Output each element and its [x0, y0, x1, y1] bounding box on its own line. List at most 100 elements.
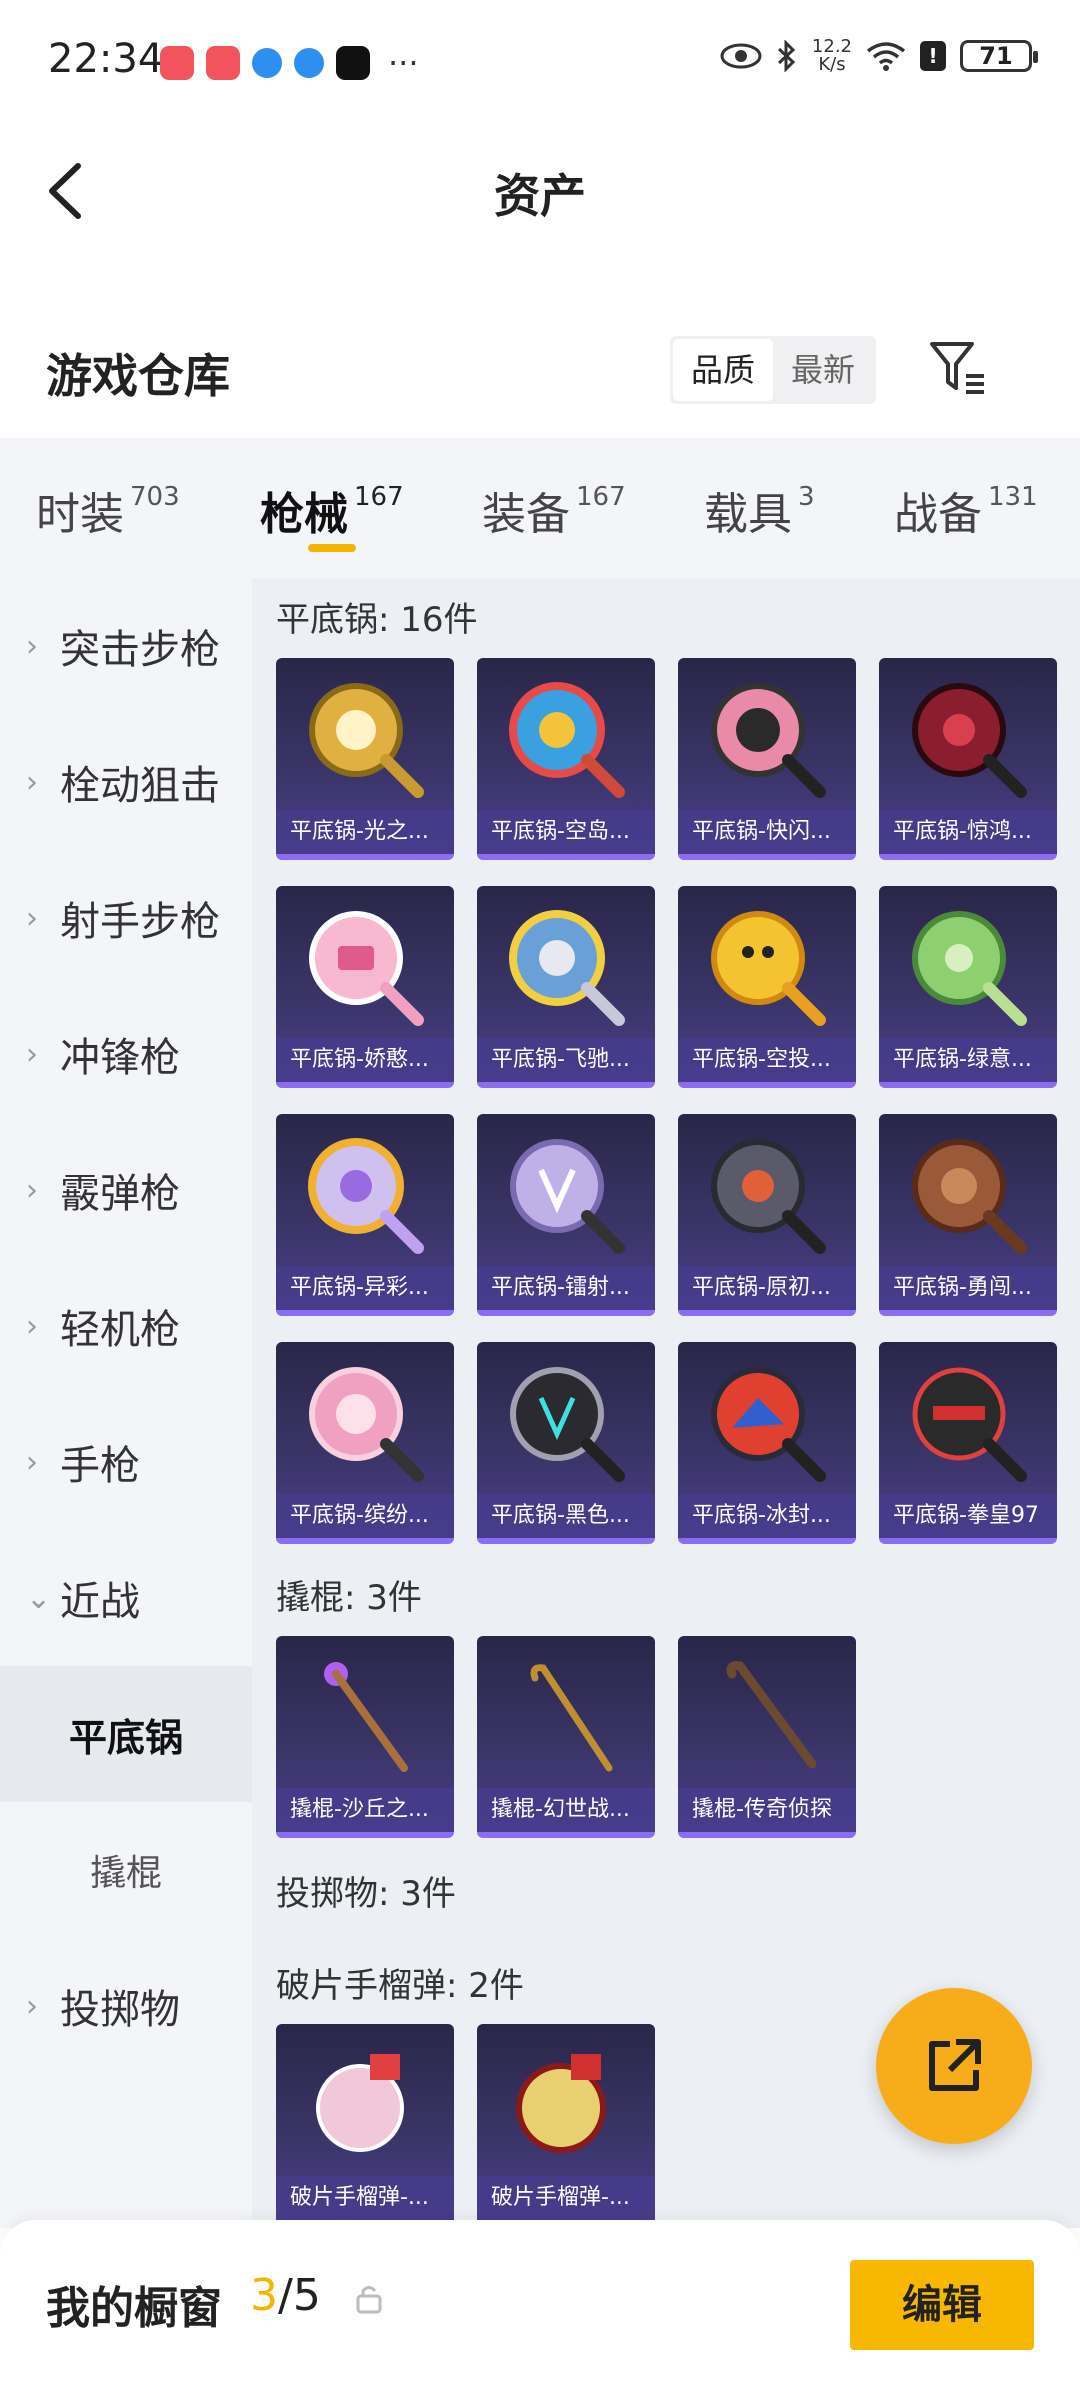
top-app-bar: 资产	[0, 130, 1080, 250]
item-card[interactable]: 平底锅-拳皇97	[879, 1342, 1057, 1544]
sidebar-item-label: 平底锅	[68, 1715, 183, 1760]
sidebar-item-label: 轻机枪	[60, 1307, 180, 1353]
item-name: 平底锅-冰封...	[678, 1494, 856, 1538]
chevron-right-icon: ›	[26, 1172, 38, 1208]
sidebar-item-pistol[interactable]: › 手枪	[0, 1394, 252, 1530]
tab-count: 703	[130, 482, 180, 512]
item-card[interactable]: 平底锅-空投...	[678, 886, 856, 1088]
pan-image	[912, 683, 1027, 798]
showcase-title: 我的橱窗	[46, 2283, 222, 2334]
crowbar-image	[324, 1662, 408, 1772]
item-card[interactable]: 平底锅-娇憨...	[276, 886, 454, 1088]
sidebar-item-shotgun[interactable]: › 霰弹枪	[0, 1122, 252, 1258]
weapon-category-sidebar: › 突击步枪 › 栓动狙击 › 射手步枪 › 冲锋枪 › 霰弹枪 › 轻机枪 › 手枪 ⌄ 近战…	[0, 578, 252, 2228]
pan-image	[309, 683, 424, 798]
network-speed: 12.2 K/s	[812, 38, 852, 74]
item-card[interactable]: 平底锅-飞驰...	[477, 886, 655, 1088]
tab-count: 131	[988, 482, 1038, 512]
sidebar-item-label: 霰弹枪	[60, 1171, 180, 1217]
item-card[interactable]: 平底锅-异彩...	[276, 1114, 454, 1316]
pan-image	[711, 683, 826, 798]
sidebar-subitem-crowbar[interactable]: 撬棍	[0, 1802, 252, 1938]
item-name: 平底锅-黑色...	[477, 1494, 655, 1538]
chevron-right-icon: ›	[26, 1036, 38, 1072]
item-name: 平底锅-拳皇97	[879, 1494, 1057, 1538]
sidebar-subitem-pan[interactable]: 平底锅	[0, 1666, 252, 1802]
item-card[interactable]: 平底锅-黑色...	[477, 1342, 655, 1544]
tab-firearms[interactable]: 枪械 167	[260, 478, 404, 542]
bluetooth-icon	[777, 40, 796, 72]
edit-button[interactable]: 编辑	[850, 2260, 1034, 2350]
item-card[interactable]: 破片手榴弹-...	[276, 2024, 454, 2226]
item-name: 平底锅-飞驰...	[477, 1038, 655, 1082]
sidebar-item-bolt-sniper[interactable]: › 栓动狙击	[0, 714, 252, 850]
sidebar-item-melee[interactable]: ⌄ 近战	[0, 1530, 252, 1666]
item-name: 平底锅-快闪...	[678, 810, 856, 854]
item-name: 平底锅-空岛...	[477, 810, 655, 854]
item-name: 平底锅-娇憨...	[276, 1038, 454, 1082]
tab-equipment[interactable]: 装备 167	[482, 478, 626, 542]
item-card[interactable]: 平底锅-缤纷...	[276, 1342, 454, 1544]
grenade-image	[316, 2054, 404, 2152]
eye-icon	[720, 43, 762, 69]
section-title-pan: 平底锅: 16件	[276, 600, 478, 640]
item-card[interactable]: 撬棍-传奇侦探	[678, 1636, 856, 1838]
pan-image	[309, 911, 424, 1026]
category-tabs: 时装 703 枪械 167 装备 167 载具 3 战备 131	[0, 438, 1080, 578]
section-title-crowbar: 撬棍: 3件	[276, 1578, 422, 1618]
item-card[interactable]: 平底锅-绿意...	[879, 886, 1057, 1088]
tab-label: 枪械	[260, 489, 348, 540]
chevron-right-icon: ›	[26, 1988, 38, 2024]
item-name: 平底锅-空投...	[678, 1038, 856, 1082]
item-card[interactable]: 平底锅-镭射...	[477, 1114, 655, 1316]
pan-image	[711, 911, 826, 1026]
sort-latest-option[interactable]: 最新	[773, 339, 873, 401]
tab-count: 167	[354, 482, 404, 512]
item-name: 撬棍-传奇侦探	[678, 1788, 856, 1832]
app-notification-icon	[206, 46, 240, 80]
pan-image	[711, 1367, 826, 1482]
notification-icons: ···	[160, 44, 419, 82]
sidebar-item-lmg[interactable]: › 轻机枪	[0, 1258, 252, 1394]
item-card[interactable]: 平底锅-光之...	[276, 658, 454, 860]
item-card[interactable]: 平底锅-勇闯...	[879, 1114, 1057, 1316]
share-button[interactable]	[876, 1988, 1032, 2144]
sidebar-item-label: 投掷物	[60, 1987, 180, 2033]
item-name: 平底锅-勇闯...	[879, 1266, 1057, 1310]
item-card[interactable]: 平底锅-冰封...	[678, 1342, 856, 1544]
sidebar-item-throwables[interactable]: › 投掷物	[0, 1938, 252, 2074]
sidebar-item-assault-rifle[interactable]: › 突击步枪	[0, 578, 252, 714]
item-card[interactable]: 平底锅-原初...	[678, 1114, 856, 1316]
item-card[interactable]: 平底锅-快闪...	[678, 658, 856, 860]
item-card[interactable]: 破片手榴弹-...	[477, 2024, 655, 2226]
sidebar-item-smg[interactable]: › 冲锋枪	[0, 986, 252, 1122]
sort-toggle: 品质 最新	[670, 336, 876, 404]
item-name: 平底锅-缤纷...	[276, 1494, 454, 1538]
app-notification-icon	[252, 48, 282, 78]
item-name: 平底锅-镭射...	[477, 1266, 655, 1310]
tab-supplies[interactable]: 战备 131	[894, 478, 1038, 542]
tab-count: 167	[576, 482, 626, 512]
alert-icon: !	[920, 41, 946, 71]
item-card[interactable]: 平底锅-空岛...	[477, 658, 655, 860]
chevron-right-icon: ›	[26, 1444, 38, 1480]
sidebar-item-label: 栓动狙击	[60, 763, 220, 809]
filter-icon[interactable]	[928, 338, 988, 398]
tab-vehicles[interactable]: 载具 3	[704, 478, 815, 542]
warehouse-title: 游戏仓库	[46, 349, 230, 403]
item-name: 撬棍-沙丘之...	[276, 1788, 454, 1832]
pan-image	[912, 1367, 1027, 1482]
tab-fashion[interactable]: 时装 703	[36, 478, 180, 542]
pan-image	[711, 1139, 826, 1254]
grenade-image	[516, 2054, 606, 2153]
crowbar-image	[530, 1664, 613, 1772]
item-name: 平底锅-原初...	[678, 1266, 856, 1310]
status-time: 22:34	[48, 36, 164, 82]
sidebar-item-marksman-rifle[interactable]: › 射手步枪	[0, 850, 252, 986]
item-card[interactable]: 撬棍-沙丘之...	[276, 1636, 454, 1838]
section-title-throwables: 投掷物: 3件	[276, 1874, 456, 1914]
item-card[interactable]: 平底锅-惊鸿...	[879, 658, 1057, 860]
sort-quality-option[interactable]: 品质	[673, 339, 773, 401]
item-card[interactable]: 撬棍-幻世战...	[477, 1636, 655, 1838]
sidebar-item-label: 近战	[60, 1579, 140, 1625]
